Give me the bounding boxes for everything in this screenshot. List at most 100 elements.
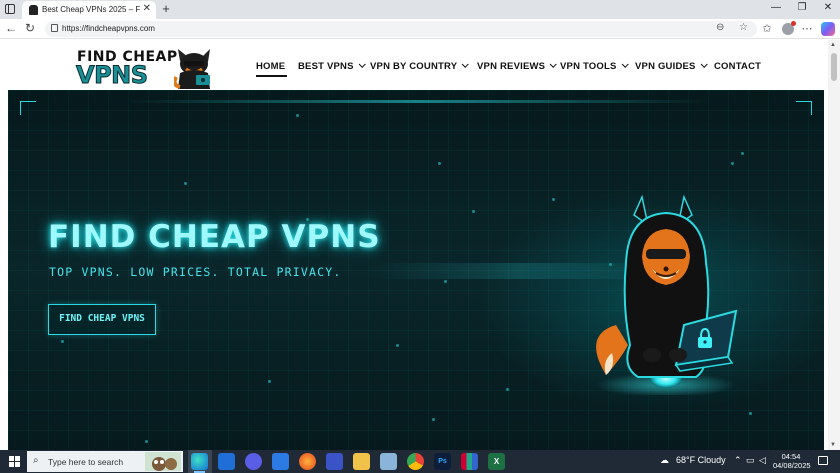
- nav-vpn-by-country[interactable]: VPN BY COUNTRY: [370, 60, 470, 72]
- refresh-icon[interactable]: ↻: [23, 21, 37, 35]
- nav-best-vpns-label: BEST VPNS: [298, 61, 354, 72]
- clock-time: 04:54: [781, 452, 801, 461]
- minimize-button[interactable]: —: [769, 2, 783, 13]
- chrome-icon[interactable]: [407, 453, 424, 470]
- url-field[interactable]: https://findcheapvpns.com ⊖ ☆: [45, 21, 757, 37]
- cloud-icon: ☁: [660, 455, 669, 465]
- fox-mascot-logo-icon: [174, 49, 210, 89]
- notifications-icon[interactable]: [818, 456, 828, 465]
- chevron-down-icon: [461, 60, 470, 68]
- back-arrow-icon[interactable]: ←: [4, 21, 18, 35]
- new-tab-button[interactable]: +: [160, 1, 172, 16]
- winrar-icon[interactable]: [461, 453, 478, 470]
- browser-address-bar: ← ↻ https://findcheapvpns.com ⊖ ☆ ✩ ⋯: [0, 19, 840, 39]
- scroll-thumb[interactable]: [831, 53, 837, 81]
- profile-avatar[interactable]: [782, 21, 796, 35]
- nav-contact[interactable]: CONTACT: [714, 61, 761, 72]
- nav-vpn-tools[interactable]: VPN TOOLS: [560, 60, 629, 72]
- close-window-button[interactable]: ✕: [821, 2, 835, 13]
- browser-tab-bar: Best Cheap VPNs 2025 – Fast, Pri ✕ + — ❐…: [0, 0, 840, 19]
- glow-line-decoration: [128, 100, 708, 103]
- store-icon[interactable]: [218, 453, 235, 470]
- network-icon[interactable]: ▭: [746, 455, 755, 466]
- nav-vpn-guides[interactable]: VPN GUIDES: [635, 60, 708, 72]
- mail-icon[interactable]: [272, 453, 289, 470]
- nav-vpn-guides-label: VPN GUIDES: [635, 61, 696, 72]
- particle-dot: [61, 340, 64, 343]
- particle-dot: [741, 152, 744, 155]
- clock-date: 04/08/2025: [773, 461, 811, 470]
- chevron-down-icon: [621, 60, 629, 68]
- particle-dot: [444, 280, 447, 283]
- lock-icon: [51, 24, 58, 32]
- page-scrollbar[interactable]: ▲ ▼: [828, 40, 840, 450]
- active-nav-underline: [256, 75, 287, 77]
- find-cheap-vpns-button[interactable]: FIND CHEAP VPNS: [48, 304, 156, 335]
- particle-dot: [472, 210, 475, 213]
- firefox-icon[interactable]: [299, 453, 316, 470]
- favorite-star-icon[interactable]: ☆: [739, 22, 748, 33]
- particle-dot: [731, 162, 734, 165]
- photoshop-icon[interactable]: Ps: [434, 453, 451, 470]
- nav-best-vpns[interactable]: BEST VPNS: [298, 60, 366, 72]
- nav-vpn-reviews[interactable]: VPN REVIEWS: [477, 60, 557, 72]
- particle-dot: [438, 162, 441, 165]
- tab-close-icon[interactable]: ✕: [143, 3, 151, 14]
- windows-taskbar: ⌕ Type here to search Ps X ☁ 68°F Cloudy…: [0, 450, 840, 473]
- search-placeholder: Type here to search: [48, 457, 124, 467]
- windows-start-icon[interactable]: [9, 456, 20, 467]
- particle-dot: [432, 418, 435, 421]
- edge-icon[interactable]: [191, 453, 208, 473]
- site-favicon-icon: [29, 5, 38, 15]
- nav-home[interactable]: HOME: [256, 61, 287, 77]
- particle-dot: [396, 344, 399, 347]
- hero-banner: FIND CHEAP VPNS TOP VPNS. LOW PRICES. TO…: [8, 90, 824, 450]
- web-page: FIND CHEAP VPNS HOME BEST VPNS VPN BY CO…: [0, 40, 828, 450]
- notepad-icon[interactable]: [380, 453, 397, 470]
- url-text: https://findcheapvpns.com: [62, 24, 155, 33]
- particle-dot: [145, 440, 148, 443]
- hooded-fox-hacker-illustration: [596, 194, 738, 395]
- logo-text-bottom: VPNS: [76, 61, 149, 90]
- chat-app-icon[interactable]: [245, 453, 262, 470]
- more-options-icon[interactable]: ⋯: [800, 22, 814, 35]
- site-logo[interactable]: FIND CHEAP VPNS: [76, 47, 216, 91]
- taskbar-clock[interactable]: 04:54 04/08/2025: [773, 452, 811, 470]
- favorites-icon[interactable]: ✩: [760, 22, 774, 35]
- nav-vpn-tools-label: VPN TOOLS: [560, 61, 617, 72]
- excel-icon[interactable]: X: [488, 453, 505, 470]
- particle-dot: [184, 182, 187, 185]
- particle-dot: [552, 198, 555, 201]
- nav-vpn-by-country-label: VPN BY COUNTRY: [370, 61, 458, 72]
- tab-title: Best Cheap VPNs 2025 – Fast, Pri: [42, 5, 140, 14]
- search-highlight-owl-icon: [145, 452, 181, 471]
- particle-dot: [506, 388, 509, 391]
- copilot-icon[interactable]: [821, 22, 835, 36]
- hero-subtitle: TOP VPNS. LOW PRICES. TOTAL PRIVACY.: [49, 265, 342, 279]
- search-icon: ⌕: [33, 455, 39, 466]
- scroll-up-arrow-icon[interactable]: ▲: [830, 42, 836, 48]
- corner-bracket-decoration: [20, 101, 36, 115]
- nav-home-label: HOME: [256, 61, 286, 72]
- weather-text[interactable]: 68°F Cloudy: [676, 455, 726, 465]
- site-header: FIND CHEAP VPNS HOME BEST VPNS VPN BY CO…: [0, 40, 828, 90]
- file-explorer-icon[interactable]: [353, 453, 370, 470]
- reader-mode-icon[interactable]: ⊖: [716, 22, 724, 33]
- search-app-icon[interactable]: [326, 453, 343, 470]
- particle-dot: [749, 412, 752, 415]
- corner-bracket-decoration: [796, 101, 812, 115]
- show-hidden-icons-chevron-icon[interactable]: ⌃: [734, 455, 742, 466]
- maximize-button[interactable]: ❐: [795, 2, 809, 13]
- chevron-down-icon: [358, 60, 366, 68]
- scroll-down-arrow-icon[interactable]: ▼: [830, 442, 836, 448]
- tab-actions-icon[interactable]: [5, 4, 15, 14]
- hero-title: FIND CHEAP VPNS: [48, 219, 381, 255]
- particle-dot: [296, 114, 299, 117]
- nav-contact-label: CONTACT: [714, 61, 762, 72]
- volume-icon[interactable]: ◁: [759, 455, 766, 466]
- particle-dot: [268, 380, 271, 383]
- taskbar-search-box[interactable]: ⌕ Type here to search: [27, 451, 183, 472]
- browser-tab-active[interactable]: Best Cheap VPNs 2025 – Fast, Pri ✕: [22, 1, 156, 19]
- chevron-down-icon: [700, 60, 708, 68]
- nav-vpn-reviews-label: VPN REVIEWS: [477, 61, 546, 72]
